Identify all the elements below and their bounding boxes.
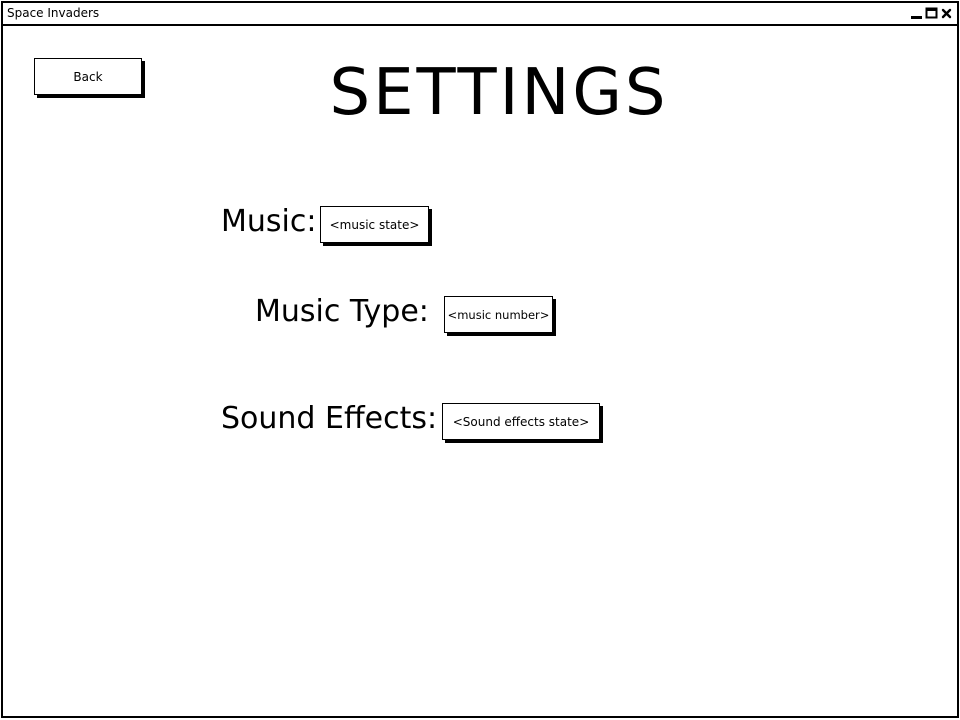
sound-effects-label: Sound Effects: [221, 401, 438, 436]
title-bar: Space Invaders [3, 3, 957, 26]
window-title: Space Invaders [7, 6, 100, 20]
maximize-icon[interactable] [925, 7, 938, 20]
window-controls [910, 6, 953, 20]
music-number-button[interactable]: <music number> [444, 296, 553, 333]
music-label: Music: [221, 204, 317, 239]
back-button[interactable]: Back [34, 58, 142, 95]
close-icon[interactable] [940, 7, 953, 20]
music-type-label: Music Type: [255, 294, 429, 329]
sound-effects-state-button[interactable]: <Sound effects state> [442, 403, 600, 440]
minimize-icon[interactable] [910, 7, 923, 20]
app-window: Space Invaders Back SETTINGS Music: <mus… [1, 1, 959, 718]
music-state-button[interactable]: <music state> [320, 206, 429, 243]
page-title: SETTINGS [329, 56, 669, 130]
